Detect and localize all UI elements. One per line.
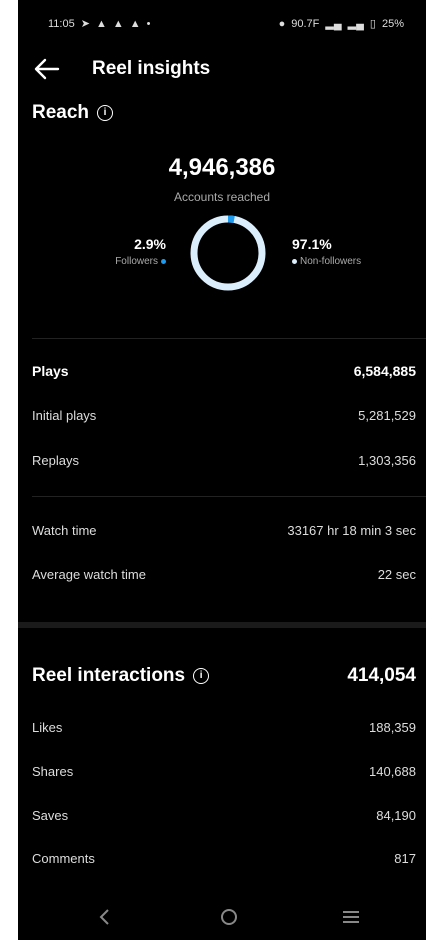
non-followers-ring (190, 215, 266, 291)
back-arrow-icon[interactable] (32, 56, 62, 82)
accounts-reached-label: Accounts reached (173, 190, 271, 204)
replays-value: 1,303,356 (358, 452, 416, 468)
battery-icon: ▯ (369, 18, 376, 30)
plays-label: Plays (32, 363, 69, 379)
page-title: Reel insights (92, 58, 211, 79)
followers-dot (161, 259, 166, 264)
menu-lines-icon[interactable] (336, 903, 366, 931)
comments-row: Comments 817 (32, 846, 416, 870)
saves-label: Saves (32, 807, 69, 823)
avg-watch-time-row: Average watch time 22 sec (32, 562, 416, 586)
status-bar: 11:05 ➤ ▲ ▲ ▲ • ● 90.7F ▂▄ ▂▄ ▯ 25% (18, 0, 426, 40)
notification-icon: ▲ (112, 17, 124, 30)
location-icon: ● (278, 17, 286, 30)
notification-icon: ▲ (129, 17, 141, 30)
info-icon[interactable]: i (97, 105, 114, 121)
followers-stat: 2.9% Followers (98, 236, 166, 267)
saves-value: 84,190 (376, 807, 416, 823)
followers-label: Followers (115, 256, 158, 267)
status-right: ● 90.7F ▂▄ ▂▄ ▯ 25% (278, 17, 404, 31)
interactions-section-title: Reel interactions i (32, 665, 210, 687)
followers-legend: Followers (98, 256, 166, 267)
replays-row: Replays 1,303,356 (32, 448, 416, 472)
clock: 11:05 (48, 17, 75, 30)
watch-time-label: Watch time (32, 522, 97, 538)
shares-row: Shares 140,688 (32, 759, 416, 783)
initial-plays-label: Initial plays (32, 407, 97, 423)
likes-value: 188,359 (369, 719, 416, 735)
status-left: 11:05 ➤ ▲ ▲ ▲ • (48, 17, 151, 31)
saves-row: Saves 84,190 (32, 803, 416, 827)
comments-label: Comments (32, 850, 95, 866)
non-followers-label: Non-followers (300, 256, 362, 267)
avg-watch-time-value: 22 sec (377, 566, 416, 582)
reach-donut-chart (190, 215, 266, 291)
non-followers-pct: 97.1% (292, 236, 332, 252)
divider (32, 338, 426, 339)
initial-plays-value: 5,281,529 (358, 407, 416, 423)
signal-icon: ▂▄ (347, 18, 364, 30)
circle-icon[interactable] (214, 903, 244, 931)
chevron-left-icon[interactable] (90, 903, 120, 931)
navigation-icon: ➤ (80, 18, 90, 30)
followers-pct: 2.9% (134, 236, 166, 252)
non-followers-stat: 97.1% Non-followers (292, 236, 361, 267)
data-speed: 90.7F (291, 17, 320, 30)
accounts-reached-value: 4,946,386 (168, 154, 276, 181)
initial-plays-row: Initial plays 5,281,529 (32, 403, 416, 427)
plays-row: Plays 6,584,885 (32, 359, 416, 383)
system-nav-bar (18, 895, 426, 940)
non-followers-dot (292, 259, 297, 264)
avg-watch-time-label: Average watch time (32, 566, 146, 582)
info-icon[interactable]: i (193, 668, 210, 684)
signal-icon: ▂▄ (325, 18, 342, 30)
section-separator (18, 622, 426, 628)
divider (32, 496, 426, 497)
likes-row: Likes 188,359 (32, 715, 416, 739)
plays-value: 6,584,885 (353, 363, 416, 379)
reach-title: Reach (32, 102, 90, 123)
interactions-title: Reel interactions (32, 665, 186, 686)
notification-icon: ▲ (95, 17, 107, 30)
dot-icon: • (146, 17, 151, 30)
phone-screen: 11:05 ➤ ▲ ▲ ▲ • ● 90.7F ▂▄ ▂▄ ▯ 25% Reel… (18, 0, 426, 940)
comments-value: 817 (394, 850, 416, 866)
reach-section-title: Reach i (32, 102, 114, 124)
non-followers-legend: Non-followers (292, 256, 361, 267)
replays-label: Replays (32, 452, 79, 468)
watch-time-value: 33167 hr 18 min 3 sec (287, 522, 416, 538)
watch-time-row: Watch time 33167 hr 18 min 3 sec (32, 518, 416, 542)
interactions-total: 414,054 (347, 665, 416, 686)
likes-label: Likes (32, 719, 63, 735)
shares-label: Shares (32, 763, 74, 779)
top-bar: Reel insights (18, 52, 426, 88)
shares-value: 140,688 (369, 763, 416, 779)
battery-level: 25% (381, 17, 404, 30)
